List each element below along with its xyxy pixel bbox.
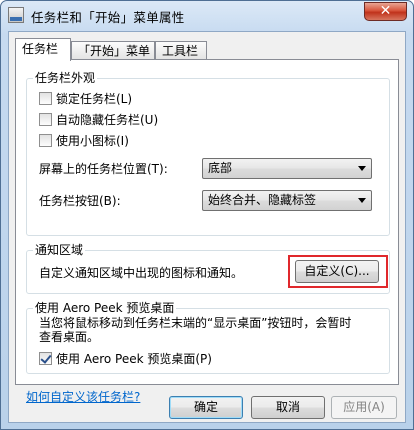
autohide-taskbar-option[interactable]: 自动隐藏任务栏(U) [39,112,158,128]
aero-peek-group-title: 使用 Aero Peek 预览桌面 [33,301,177,316]
apply-button[interactable]: 应用(A) [331,396,397,419]
small-icons-checkbox[interactable] [39,134,52,147]
dialog-client-area: 任务栏 「开始」菜单 工具栏 任务栏外观 锁定任务栏(L) 自动隐藏任务栏(U)… [8,31,406,423]
taskbar-app-icon [8,7,24,23]
taskbar-buttons-value: 始终合并、隐藏标签 [208,193,317,207]
close-button[interactable]: ✕ [364,2,407,21]
lock-taskbar-option[interactable]: 锁定任务栏(L) [39,91,132,107]
taskbar-position-label: 屏幕上的任务栏位置(T): [39,162,168,176]
appearance-group: 任务栏外观 锁定任务栏(L) 自动隐藏任务栏(U) 使用小图标(I) 屏幕上的任… [26,71,390,236]
aero-peek-description-line2: 查看桌面。 [39,330,100,344]
window-title: 任务栏和「开始」菜单属性 [31,10,185,25]
small-icons-option[interactable]: 使用小图标(I) [39,133,129,149]
cancel-button[interactable]: 取消 [251,396,325,419]
small-icons-label: 使用小图标(I) [56,134,129,148]
ok-button[interactable]: 确定 [169,396,243,419]
aero-peek-group: 使用 Aero Peek 预览桌面 当您将鼠标移动到任务栏末端的“显示桌面”按钮… [26,301,390,374]
taskbar-position-select[interactable]: 底部 [202,158,372,179]
taskbar-buttons-label: 任务栏按钮(B): [39,194,121,208]
help-link[interactable]: 如何自定义该任务栏? [26,388,140,405]
taskbar-buttons-select[interactable]: 始终合并、隐藏标签 [202,190,372,211]
notification-group-title: 通知区域 [33,243,86,258]
dropdown-arrow-icon [358,198,366,203]
tab-start-menu[interactable]: 「开始」菜单 [71,41,155,60]
title-bar: 任务栏和「开始」菜单属性 ✕ [1,1,413,31]
autohide-taskbar-label: 自动隐藏任务栏(U) [56,113,159,127]
taskbar-properties-dialog: 任务栏和「开始」菜单属性 ✕ 任务栏 「开始」菜单 工具栏 任务栏外观 锁定任务… [0,0,414,430]
aero-peek-checkbox[interactable] [39,352,52,365]
aero-peek-option[interactable]: 使用 Aero Peek 预览桌面(P) [39,351,212,367]
lock-taskbar-label: 锁定任务栏(L) [56,92,133,106]
taskbar-position-value: 底部 [208,161,233,175]
autohide-taskbar-checkbox[interactable] [39,113,52,126]
tab-toolbars[interactable]: 工具栏 [155,41,207,60]
lock-taskbar-checkbox[interactable] [39,92,52,105]
tab-panel-taskbar: 任务栏外观 锁定任务栏(L) 自动隐藏任务栏(U) 使用小图标(I) 屏幕上的任… [15,59,399,404]
dropdown-arrow-icon [358,166,366,171]
aero-peek-checkbox-label: 使用 Aero Peek 预览桌面(P) [56,352,212,366]
highlight-box [288,255,388,288]
notification-description: 自定义通知区域中出现的图标和通知。 [39,266,244,280]
tab-taskbar[interactable]: 任务栏 [15,38,71,61]
appearance-group-title: 任务栏外观 [33,71,98,86]
